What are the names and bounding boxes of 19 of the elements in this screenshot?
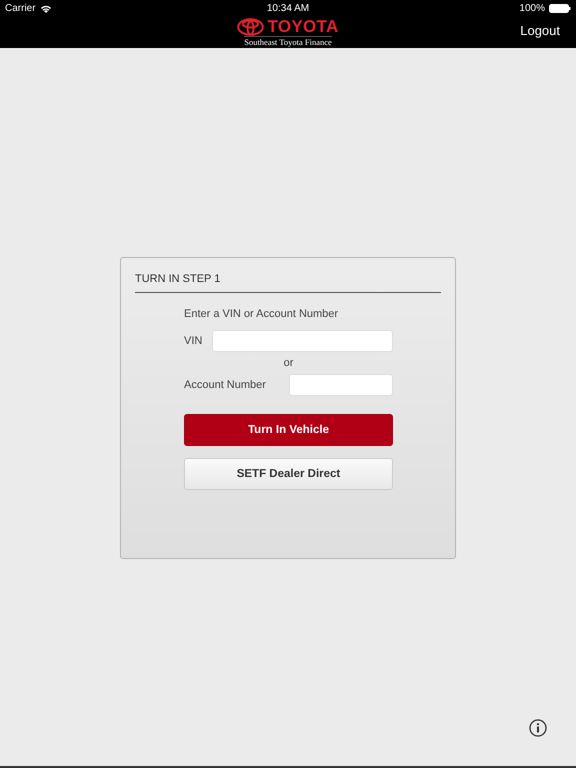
carrier-name: Carrier bbox=[5, 2, 36, 14]
separator-text: or bbox=[282, 357, 294, 369]
input-field[interactable] bbox=[212, 330, 393, 352]
logout-button[interactable]: Logout bbox=[520, 23, 560, 38]
brand-name: TOYOTA bbox=[267, 16, 339, 36]
instruction-text: Enter a VIN or Account Number bbox=[184, 308, 340, 320]
field-label: Account Number bbox=[184, 379, 266, 391]
turn-in-button[interactable]: Turn In Vehicle bbox=[184, 414, 393, 446]
status-time: 10:34 AM bbox=[266, 2, 310, 14]
emblem-icon bbox=[237, 18, 264, 36]
card-title: TURN IN STEP 1 bbox=[135, 273, 441, 293]
dealer-direct-button[interactable]: SETF Dealer Direct bbox=[184, 458, 393, 490]
battery-percent: 100% bbox=[519, 2, 545, 14]
input-field[interactable] bbox=[289, 374, 393, 396]
field-label: VIN bbox=[184, 335, 202, 347]
wifi-icon bbox=[40, 4, 52, 12]
info-icon[interactable] bbox=[529, 719, 547, 737]
battery-icon bbox=[549, 4, 571, 12]
brand-subtitle: Southeast Toyota Finance bbox=[244, 36, 332, 46]
